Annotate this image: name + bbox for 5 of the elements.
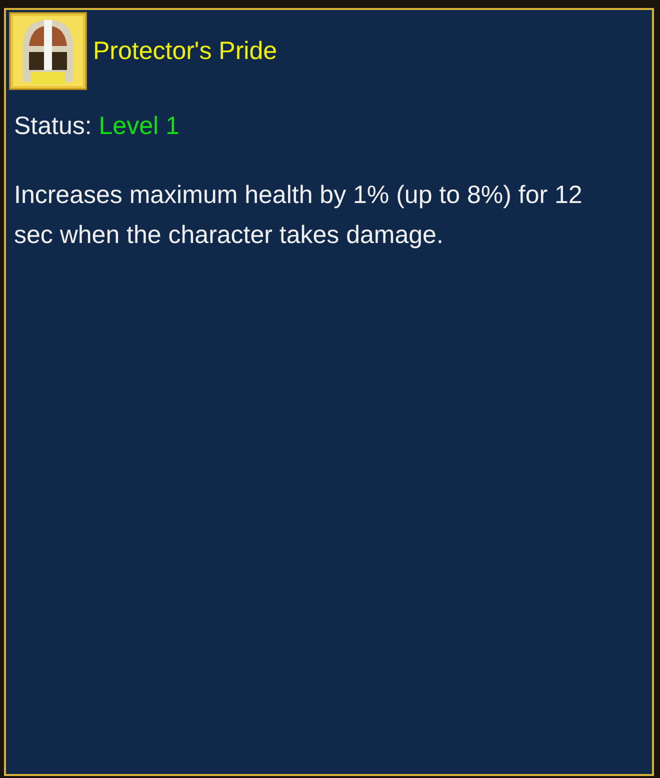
description-text: Increases maximum health by 1% (up to 8%) for 12 sec when the character takes damage. bbox=[14, 180, 584, 251]
tooltip-title: Protector's Pride bbox=[93, 36, 278, 66]
status-label: Status: bbox=[14, 112, 92, 140]
status-value: Level 1 bbox=[98, 112, 180, 140]
helmet-icon bbox=[9, 12, 87, 90]
